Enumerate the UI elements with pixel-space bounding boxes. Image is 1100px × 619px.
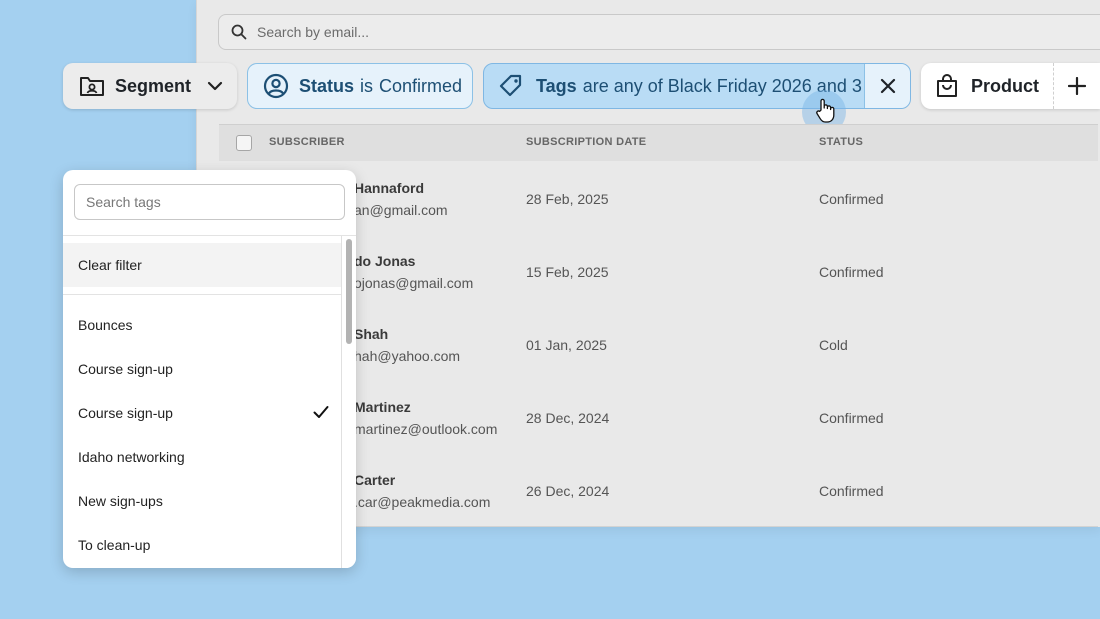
tag-option[interactable]: Idaho networking: [63, 435, 341, 479]
tag-filter-dropdown: Search tags Clear filter Bounces Course …: [63, 170, 356, 568]
subscription-date: 26 Dec, 2024: [526, 483, 610, 499]
tag-option-label: Idaho networking: [78, 449, 185, 465]
subscriber-status: Confirmed: [819, 264, 884, 280]
subscriber-email: ojonas@gmail.com: [354, 275, 474, 291]
subscription-date: 28 Dec, 2024: [526, 410, 610, 426]
subscriber-status: Cold: [819, 337, 848, 353]
tags-filter-chip[interactable]: Tags are any of Black Friday 2026 and 3 …: [483, 63, 911, 109]
tags-field: Tags: [536, 75, 577, 96]
tag-option[interactable]: New sign-ups: [63, 479, 341, 523]
subscriber-name: Martinez: [354, 399, 411, 415]
chevron-down-icon: [207, 81, 223, 91]
clear-filter-label: Clear filter: [78, 257, 142, 273]
subscriber-status: Confirmed: [819, 483, 884, 499]
product-filter-button[interactable]: Product: [921, 63, 1100, 109]
clear-filter-option[interactable]: Clear filter: [63, 243, 341, 287]
tag-icon: [499, 74, 522, 97]
plus-icon[interactable]: [1068, 77, 1086, 95]
subscriber-name: do Jonas: [354, 253, 416, 269]
subscription-date: 28 Feb, 2025: [526, 191, 609, 207]
tag-option-label: Course sign-up: [78, 361, 173, 377]
status-field: Status: [299, 75, 355, 96]
subscriber-status: Confirmed: [819, 410, 884, 426]
search-icon: [231, 24, 247, 40]
tag-option[interactable]: To clean-up: [63, 523, 341, 567]
column-header-status[interactable]: STATUS: [819, 136, 863, 148]
status-operator: is: [360, 75, 374, 96]
column-header-subscriber[interactable]: SUBSCRIBER: [269, 136, 345, 148]
shopping-bag-icon: [937, 74, 957, 97]
tag-option-label: New sign-ups: [78, 493, 163, 509]
table-header: SUBSCRIBER SUBSCRIPTION DATE STATUS: [219, 124, 1098, 162]
subscriber-email: .car@peakmedia.com: [354, 494, 491, 510]
segment-filter-button[interactable]: Segment: [63, 63, 237, 109]
tag-search-input[interactable]: Search tags: [74, 184, 345, 220]
user-circle-icon: [263, 73, 289, 99]
subscription-date: 01 Jan, 2025: [526, 337, 607, 353]
segment-label: Segment: [115, 75, 192, 96]
divider: [1053, 63, 1054, 109]
subscriber-email: hah@yahoo.com: [354, 348, 461, 364]
tag-option[interactable]: Course sign-up: [63, 347, 341, 391]
close-icon: [880, 78, 895, 94]
dropdown-scrollbar[interactable]: [341, 236, 356, 568]
subscriber-name: Hannaford: [354, 180, 424, 196]
checkmark-icon: [313, 406, 329, 418]
folder-user-icon: [80, 77, 104, 96]
status-filter-chip[interactable]: Status is Confirmed: [247, 63, 473, 109]
hand-cursor-icon: [816, 98, 835, 123]
divider: [63, 235, 356, 236]
scrollbar-thumb[interactable]: [346, 239, 352, 344]
tag-option[interactable]: Course sign-up: [63, 391, 341, 435]
search-placeholder: Search by email...: [257, 24, 370, 40]
subscriber-status: Confirmed: [819, 191, 884, 207]
subscriber-name: Carter: [354, 472, 396, 488]
status-value: Confirmed: [379, 75, 463, 96]
remove-tags-filter-button[interactable]: [864, 64, 910, 108]
tag-option-label: Bounces: [78, 317, 133, 333]
subscriber-name: Shah: [354, 326, 389, 342]
subscription-date: 15 Feb, 2025: [526, 264, 609, 280]
product-label: Product: [971, 75, 1040, 96]
tag-option[interactable]: Bounces: [63, 303, 341, 347]
subscriber-email: an@gmail.com: [354, 202, 448, 218]
divider: [63, 294, 341, 295]
tag-search-placeholder: Search tags: [86, 194, 161, 210]
column-header-subscription-date[interactable]: SUBSCRIPTION DATE: [526, 136, 646, 148]
tag-option-label: Course sign-up: [78, 405, 173, 421]
select-all-checkbox[interactable]: [236, 135, 252, 151]
tag-option-label: To clean-up: [78, 537, 151, 553]
subscriber-email: martinez@outlook.com: [354, 421, 498, 437]
email-search-input[interactable]: Search by email...: [218, 14, 1100, 50]
